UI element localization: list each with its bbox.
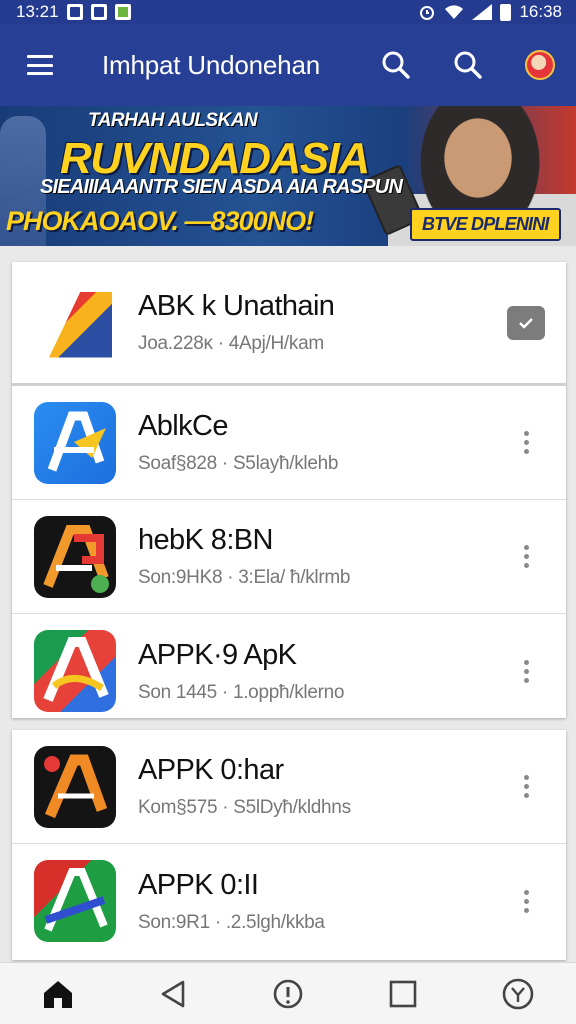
list-item[interactable]: APPK·9 ApK Son 1445 · 1.oppħ/klerno — [12, 614, 566, 728]
status-bar: 13:21 16:38 — [0, 0, 576, 24]
gallery-icon — [90, 4, 107, 20]
app-list-card: APPK 0:har Kom§575 · S5lDyħ/kldhns APPK … — [12, 730, 566, 960]
app-icon — [34, 515, 116, 598]
list-item[interactable]: hebK 8:BN Son:9HK8 · 3:Ela/ ħ/klrmb — [12, 500, 566, 614]
install-button[interactable] — [496, 293, 556, 353]
app-meta: Son:9R1 · .2.5lgh/kkba — [138, 911, 325, 933]
more-vert-icon — [523, 775, 529, 798]
app-title: Imhpat Undonehan — [102, 49, 320, 80]
nav-back-button[interactable] — [133, 963, 213, 1024]
recents-icon — [389, 980, 417, 1007]
search-icon — [382, 51, 410, 79]
more-vert-icon — [523, 659, 529, 683]
banner-subline: SIEAIIIAAANTR SIEN ASDA AIA RASPUN — [40, 176, 403, 198]
app-list-card: ABK k Unathain Joa.228ĸ · 4Apj/H/kam Abl… — [12, 262, 566, 718]
more-button[interactable] — [496, 413, 556, 473]
notification-icon — [66, 4, 83, 20]
app-icon — [34, 860, 116, 942]
search-button-secondary[interactable] — [432, 24, 504, 106]
list-item[interactable]: APPK 0:II Son:9R1 · .2.5lgh/kkba — [12, 844, 566, 958]
app-text: APPK 0:II Son:9R1 · .2.5lgh/kkba — [138, 869, 496, 934]
app-text: hebK 8:BN Son:9HK8 · 3:Ela/ ħ/klrmb — [138, 524, 496, 589]
info-icon — [273, 979, 303, 1008]
app-text: ABK k Unathain Joa.228ĸ · 4Apj/H/kam — [138, 290, 496, 355]
app-meta: Kom§575 · S5lDyħ/kldhns — [138, 797, 351, 818]
app-icon — [34, 745, 116, 828]
more-vert-icon — [523, 545, 529, 568]
status-right: 16:38 — [418, 2, 562, 22]
banner-cta-button[interactable]: BTVE DPLENINI — [410, 208, 561, 241]
app-meta: Son:9HK8 · 3:Ela/ ħ/klrmb — [138, 567, 351, 588]
bottom-nav — [0, 962, 576, 1024]
more-button[interactable] — [496, 641, 556, 701]
app-icon — [34, 401, 116, 484]
list-item[interactable]: AblkCe Soaf§828 · S5layħ/klehb — [12, 386, 566, 500]
app-bar: Imhpat Undonehan — [0, 24, 576, 106]
app-name: APPK 0:II — [138, 868, 259, 901]
battery-icon — [500, 3, 512, 21]
promo-banner[interactable]: TARHAH AULSKAN RUVNDADASIA SIEAIIIAAANTR… — [0, 106, 576, 246]
banner-promo: PHOKAOAOV. —8300NO! — [6, 206, 314, 236]
app-icon — [34, 630, 116, 712]
profile-button[interactable] — [504, 24, 576, 106]
search-icon — [454, 51, 482, 79]
app-name: ABK k Unathain — [138, 290, 335, 322]
alarm-icon — [420, 6, 435, 20]
check-icon — [507, 305, 545, 340]
app-meta: Soaf§828 · S5layħ/klehb — [138, 453, 339, 474]
android-icon — [114, 4, 131, 20]
app-meta: Joa.228ĸ · 4Apj/H/kam — [138, 333, 324, 354]
nav-recents-button[interactable] — [363, 963, 443, 1024]
list-item[interactable]: APPK 0:har Kom§575 · S5lDyħ/kldhns — [12, 730, 566, 844]
menu-icon — [27, 55, 53, 75]
signal-icon — [472, 4, 493, 20]
back-icon — [161, 980, 185, 1007]
list-item[interactable]: ABK k Unathain Joa.228ĸ · 4Apj/H/kam — [12, 262, 566, 386]
app-name: APPK·9 ApK — [138, 638, 297, 671]
app-text: AblkCe Soaf§828 · S5layħ/klehb — [138, 410, 496, 475]
nav-info-button[interactable] — [248, 963, 328, 1024]
status-left: 13:21 — [16, 2, 131, 22]
menu-button[interactable] — [0, 24, 80, 106]
app-text: APPK 0:har Kom§575 · S5lDyħ/kldhns — [138, 754, 496, 819]
app-name: APPK 0:har — [138, 754, 284, 786]
more-button[interactable] — [496, 527, 556, 587]
nav-settings-button[interactable] — [478, 963, 558, 1024]
status-time-left: 13:21 — [16, 2, 59, 21]
more-button[interactable] — [496, 757, 556, 817]
search-button[interactable] — [360, 24, 432, 106]
more-vert-icon — [523, 889, 529, 913]
nav-home-button[interactable] — [18, 963, 98, 1024]
avatar — [525, 50, 555, 80]
more-vert-icon — [523, 431, 529, 454]
app-icon — [34, 281, 116, 364]
banner-kicker: TARHAH AULSKAN — [88, 110, 258, 131]
app-name: hebK 8:BN — [138, 524, 273, 556]
more-button[interactable] — [496, 871, 556, 931]
settings-icon — [503, 978, 534, 1009]
status-time-right: 16:38 — [519, 2, 562, 21]
app-meta: Son 1445 · 1.oppħ/klerno — [138, 681, 345, 703]
app-text: APPK·9 ApK Son 1445 · 1.oppħ/klerno — [138, 639, 496, 704]
home-icon — [43, 980, 72, 1008]
wifi-icon — [445, 5, 464, 19]
app-name: AblkCe — [138, 410, 228, 442]
